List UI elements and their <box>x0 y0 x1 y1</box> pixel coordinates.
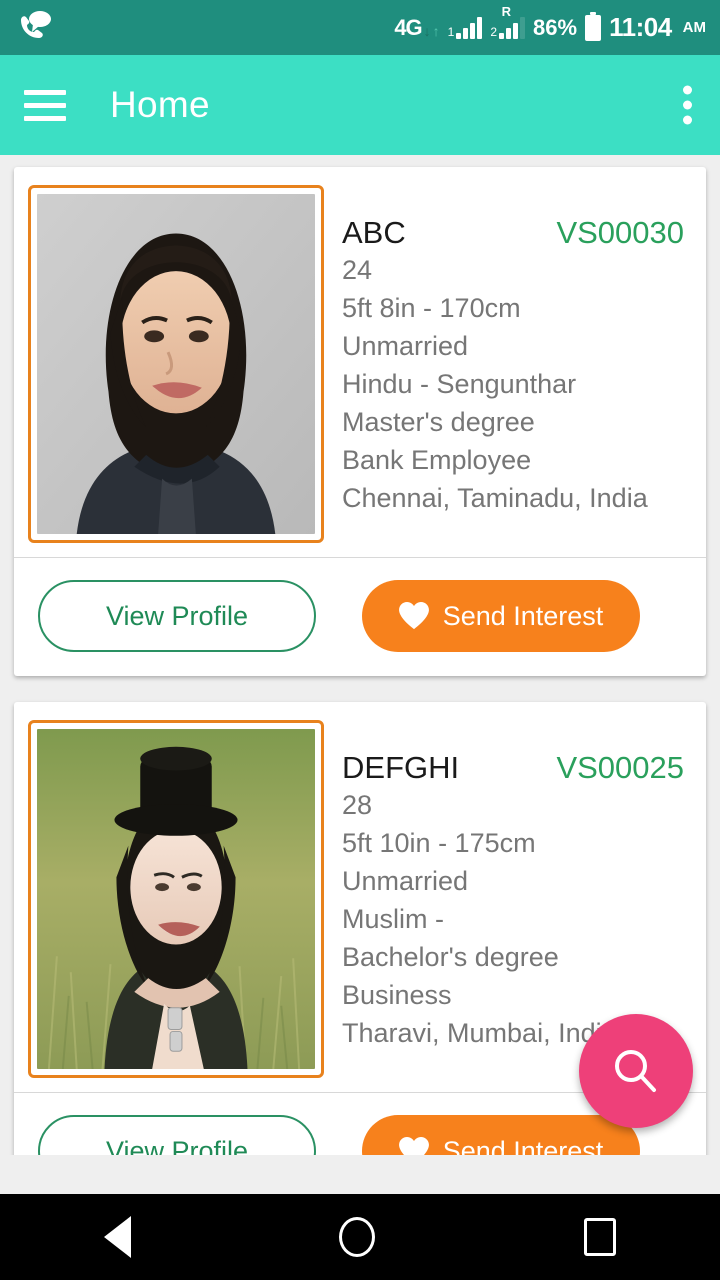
search-fab-button[interactable] <box>579 1014 693 1128</box>
send-interest-button[interactable]: Send Interest <box>362 580 640 652</box>
nav-home-icon[interactable] <box>339 1217 376 1257</box>
profile-name: DEFGHI <box>342 750 460 785</box>
data-down-arrow-icon: ↓ <box>423 22 431 39</box>
profile-id: VS00025 <box>556 750 684 785</box>
network-type-indicator: 4G ↓ ↑ <box>394 14 440 40</box>
status-bar-right: 4G ↓ ↑ 1 R 2 86% 11:04 AM <box>394 4 706 43</box>
sim2-label: 2 <box>490 24 498 39</box>
view-profile-label: View Profile <box>105 600 249 631</box>
battery-icon <box>585 11 602 41</box>
android-navigation-bar <box>0 1194 720 1280</box>
nav-recents-icon[interactable] <box>583 1218 616 1256</box>
profile-card[interactable]: ABC VS00030 24 5ft 8in - 170cm Unmarried… <box>14 167 706 676</box>
profile-marital-status: Unmarried <box>342 331 469 361</box>
profile-card-body: ABC VS00030 24 5ft 8in - 170cm Unmarried… <box>14 167 706 557</box>
profile-height: 5ft 8in - 170cm <box>342 293 521 323</box>
view-profile-button[interactable]: View Profile <box>38 580 316 652</box>
profile-name: ABC <box>342 215 406 250</box>
profile-header: ABC VS00030 <box>342 215 692 251</box>
network-type-label: 4G <box>394 14 422 40</box>
profile-card-actions: View Profile Send Interest <box>14 558 706 676</box>
data-up-arrow-icon: ↑ <box>432 22 440 39</box>
phone-message-icon <box>18 10 52 45</box>
send-interest-button[interactable]: Send Interest <box>362 1115 640 1155</box>
profile-photo-frame[interactable] <box>28 185 324 543</box>
profile-education: Master's degree <box>342 407 535 437</box>
sim2-signal-indicator: R 2 <box>490 4 526 39</box>
data-transfer-arrows: ↓ ↑ <box>424 24 440 38</box>
profile-age: 28 <box>342 790 373 820</box>
clock-time: 11:04 <box>609 12 672 42</box>
profile-photo <box>37 729 315 1069</box>
phone-screen: 4G ↓ ↑ 1 R 2 86% 11:04 AM Home ABC VS000… <box>0 0 720 1280</box>
page-title: Home <box>110 84 210 125</box>
profile-age: 24 <box>342 255 373 285</box>
search-icon <box>615 1050 656 1092</box>
profile-marital-status: Unmarried <box>342 866 469 896</box>
profile-religion-caste: Muslim - <box>342 904 444 934</box>
send-interest-label: Send Interest <box>442 1135 604 1156</box>
app-bar: Home <box>0 55 720 155</box>
clock-meridiem: AM <box>682 19 706 36</box>
three-dot-overflow-icon[interactable] <box>683 80 692 131</box>
profile-info: ABC VS00030 24 5ft 8in - 170cm Unmarried… <box>324 185 692 543</box>
profile-education: Bachelor's degree <box>342 942 559 972</box>
profile-list-scroll[interactable]: ABC VS00030 24 5ft 8in - 170cm Unmarried… <box>0 155 720 1155</box>
profile-religion-caste: Hindu - Sengunthar <box>342 369 577 399</box>
sim1-signal-indicator: 1 <box>447 16 483 39</box>
sim1-signal-bars-icon <box>456 16 483 39</box>
status-bar: 4G ↓ ↑ 1 R 2 86% 11:04 AM <box>0 0 720 55</box>
heart-icon <box>398 1137 429 1155</box>
profile-occupation: Bank Employee <box>342 445 532 475</box>
view-profile-button[interactable]: View Profile <box>38 1115 316 1155</box>
sim1-label: 1 <box>447 24 455 39</box>
profile-location: Chennai, Taminadu, India <box>342 483 648 513</box>
profile-id: VS00030 <box>556 215 684 250</box>
profile-header: DEFGHI VS00025 <box>342 750 692 786</box>
heart-icon <box>398 602 429 630</box>
sim2-signal-bars-icon <box>499 16 526 39</box>
view-profile-label: View Profile <box>105 1135 249 1156</box>
profile-photo <box>37 194 315 534</box>
profile-height: 5ft 10in - 175cm <box>342 828 536 858</box>
profile-list: ABC VS00030 24 5ft 8in - 170cm Unmarried… <box>0 155 720 1155</box>
send-interest-label: Send Interest <box>442 600 604 631</box>
roaming-label: R <box>501 3 512 19</box>
profile-occupation: Business <box>342 980 452 1010</box>
battery-percent-label: 86% <box>533 14 578 40</box>
status-bar-left <box>18 10 52 45</box>
hamburger-menu-icon[interactable] <box>24 82 66 129</box>
profile-photo-frame[interactable] <box>28 720 324 1078</box>
nav-back-icon[interactable] <box>104 1216 132 1258</box>
